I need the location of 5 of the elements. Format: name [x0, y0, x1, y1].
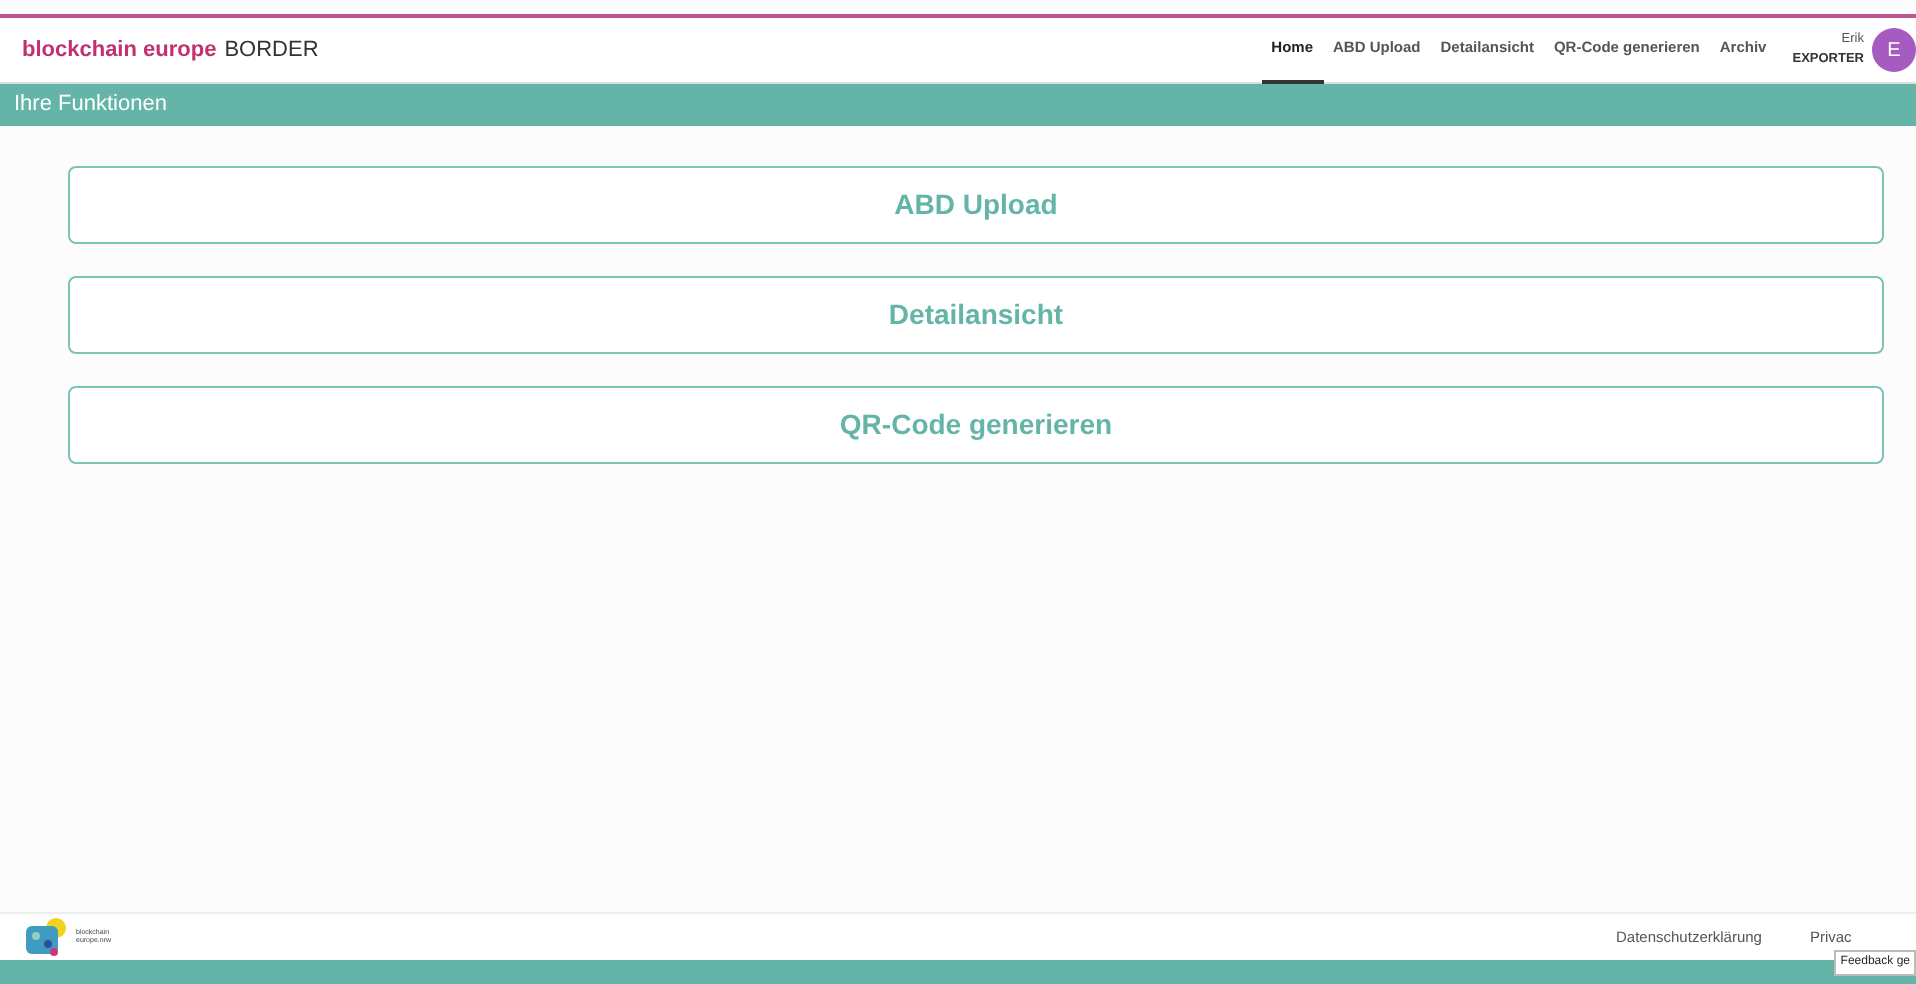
- avatar[interactable]: E: [1872, 28, 1916, 72]
- section-title: Ihre Funktionen: [14, 90, 167, 121]
- brand-name: blockchain europe: [22, 35, 217, 66]
- app-name: BORDER: [224, 35, 319, 66]
- logo-icon: [24, 917, 68, 957]
